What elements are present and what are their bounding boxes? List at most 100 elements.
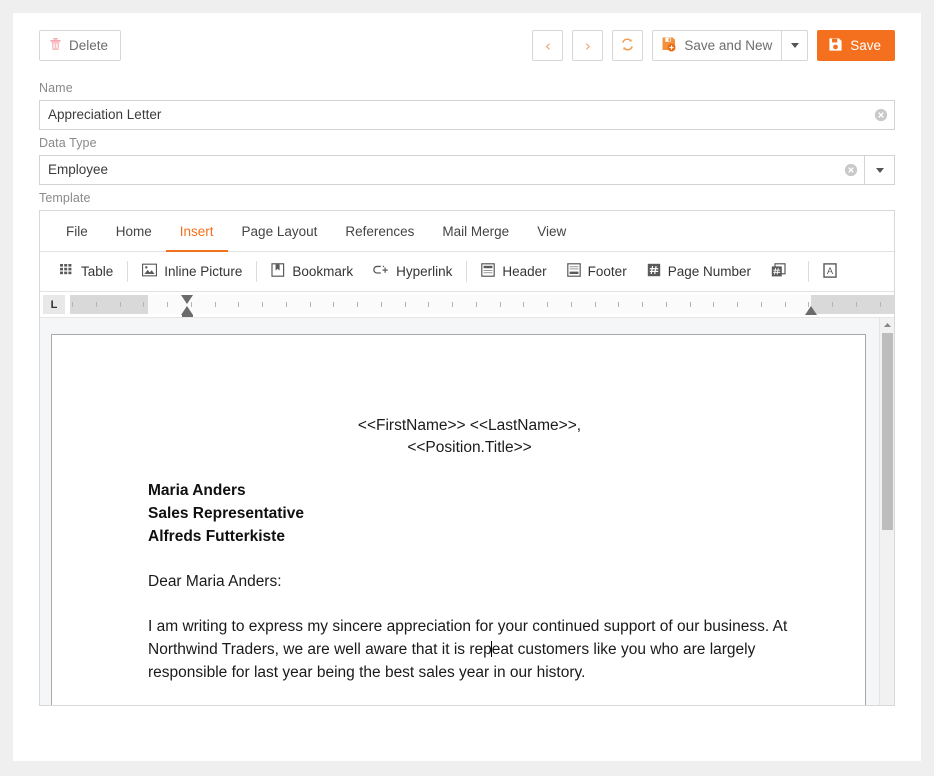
salutation-line: Dear Maria Anders: <box>148 571 791 594</box>
ruler-tick <box>238 302 239 307</box>
scrollbar-thumb[interactable] <box>882 333 893 530</box>
recipient-block: Maria Anders Sales Representative Alfred… <box>148 480 791 549</box>
ruler-right-margin <box>811 295 894 314</box>
tab-stop-selector[interactable]: L <box>43 295 65 314</box>
ruler-tick <box>452 302 453 307</box>
page-count-icon <box>771 263 787 281</box>
hyperlink-icon <box>373 263 389 280</box>
vertical-scrollbar[interactable] <box>879 318 894 705</box>
ruler-tick <box>428 302 429 307</box>
text-box-icon: A <box>823 263 837 281</box>
save-button-label: Save <box>850 38 881 53</box>
refresh-icon <box>620 37 635 55</box>
scroll-up-button[interactable] <box>880 318 894 332</box>
document-canvas[interactable]: <<FirstName>> <<LastName>>, <<Position.T… <box>40 318 894 705</box>
insert-table-button[interactable]: Table <box>50 259 123 285</box>
page-number-label: Page Number <box>668 264 751 279</box>
ruler-tick <box>215 302 216 307</box>
ruler-tick <box>262 302 263 307</box>
tab-insert[interactable]: Insert <box>166 212 228 252</box>
name-input[interactable]: Appreciation Letter <box>40 101 868 129</box>
inline-picture-label: Inline Picture <box>164 264 242 279</box>
page-number-button[interactable]: Page Number <box>637 259 761 285</box>
ruler-left-margin <box>70 295 148 314</box>
header-label: Header <box>502 264 546 279</box>
bookmark-icon <box>271 263 285 280</box>
save-and-new-label: Save and New <box>684 38 772 53</box>
insert-table-label: Table <box>81 264 113 279</box>
ruler-tick <box>618 302 619 307</box>
name-input-wrap[interactable]: Appreciation Letter <box>39 100 895 130</box>
save-and-new-group: Save and New <box>652 30 808 61</box>
template-field-label: Template <box>39 191 895 205</box>
ruler-tick <box>713 302 714 307</box>
tab-file[interactable]: File <box>52 212 102 252</box>
ruler-tick <box>96 302 97 307</box>
ribbon-divider <box>466 261 467 282</box>
ruler-tick <box>357 302 358 307</box>
tab-home[interactable]: Home <box>102 212 166 252</box>
ruler-tick <box>500 302 501 307</box>
data-type-input[interactable]: Employee <box>40 156 838 184</box>
ribbon-divider <box>256 261 257 282</box>
save-button[interactable]: Save <box>817 30 895 61</box>
tab-view[interactable]: View <box>523 212 580 252</box>
clear-name-button[interactable] <box>868 108 894 122</box>
data-type-field-group: Data Type Employee <box>13 136 921 185</box>
tab-page-layout[interactable]: Page Layout <box>228 212 332 252</box>
ruler-tick <box>785 302 786 307</box>
ruler-tick <box>666 302 667 307</box>
body-paragraph: I am writing to express my sincere appre… <box>148 616 791 685</box>
trash-icon <box>49 37 62 54</box>
footer-button[interactable]: Footer <box>557 259 637 285</box>
ruler-tick <box>856 302 857 307</box>
data-type-dropdown-button[interactable] <box>864 156 894 184</box>
name-field-label: Name <box>39 81 895 95</box>
ruler-tick <box>310 302 311 307</box>
recipient-name: Maria Anders <box>148 480 791 503</box>
bookmark-button[interactable]: Bookmark <box>261 259 363 285</box>
floppy-disk-icon <box>828 37 843 55</box>
data-type-input-wrap[interactable]: Employee <box>39 155 895 185</box>
merge-field-line-2: <<Position.Title>> <box>148 437 791 459</box>
clear-circle-icon <box>844 163 858 177</box>
table-grid-icon <box>60 263 74 280</box>
hyperlink-button[interactable]: Hyperlink <box>363 259 462 285</box>
save-and-new-button[interactable]: Save and New <box>652 30 782 61</box>
clear-data-type-button[interactable] <box>838 163 864 177</box>
ruler-tick <box>642 302 643 307</box>
delete-button[interactable]: Delete <box>39 30 121 61</box>
ruler-tick <box>72 302 73 307</box>
ruler-tick <box>880 302 881 307</box>
first-line-indent-marker[interactable] <box>181 295 193 304</box>
tab-references[interactable]: References <box>331 212 428 252</box>
save-options-dropdown-button[interactable] <box>782 30 808 61</box>
template-field-group: Template <box>13 191 921 205</box>
inline-picture-button[interactable]: Inline Picture <box>132 259 252 285</box>
footer-icon <box>567 263 581 280</box>
page-count-button[interactable] <box>761 259 804 285</box>
data-type-field-label: Data Type <box>39 136 895 150</box>
ribbon-tab-bar: File Home Insert Page Layout References … <box>40 211 894 252</box>
document-page[interactable]: <<FirstName>> <<LastName>>, <<Position.T… <box>51 334 866 705</box>
page-number-icon <box>647 263 661 280</box>
ruler-tick <box>761 302 762 307</box>
tab-mail-merge[interactable]: Mail Merge <box>428 212 523 252</box>
delete-button-label: Delete <box>69 38 108 53</box>
hanging-indent-marker[interactable] <box>181 306 193 315</box>
ribbon-divider <box>808 261 809 282</box>
name-field-group: Name Appreciation Letter <box>13 81 921 130</box>
ruler-tick <box>167 302 168 307</box>
previous-record-button[interactable]: ‹ <box>532 30 563 61</box>
recipient-company: Alfreds Futterkiste <box>148 526 791 549</box>
ruler-strip[interactable] <box>70 295 894 314</box>
refresh-button[interactable] <box>612 30 643 61</box>
hyperlink-label: Hyperlink <box>396 264 452 279</box>
clear-circle-icon <box>874 108 888 122</box>
ruler-tick <box>476 302 477 307</box>
ruler-tick <box>523 302 524 307</box>
right-indent-marker[interactable] <box>805 306 817 315</box>
text-box-button[interactable]: A <box>813 259 854 285</box>
next-record-button[interactable]: › <box>572 30 603 61</box>
header-button[interactable]: Header <box>471 259 556 285</box>
